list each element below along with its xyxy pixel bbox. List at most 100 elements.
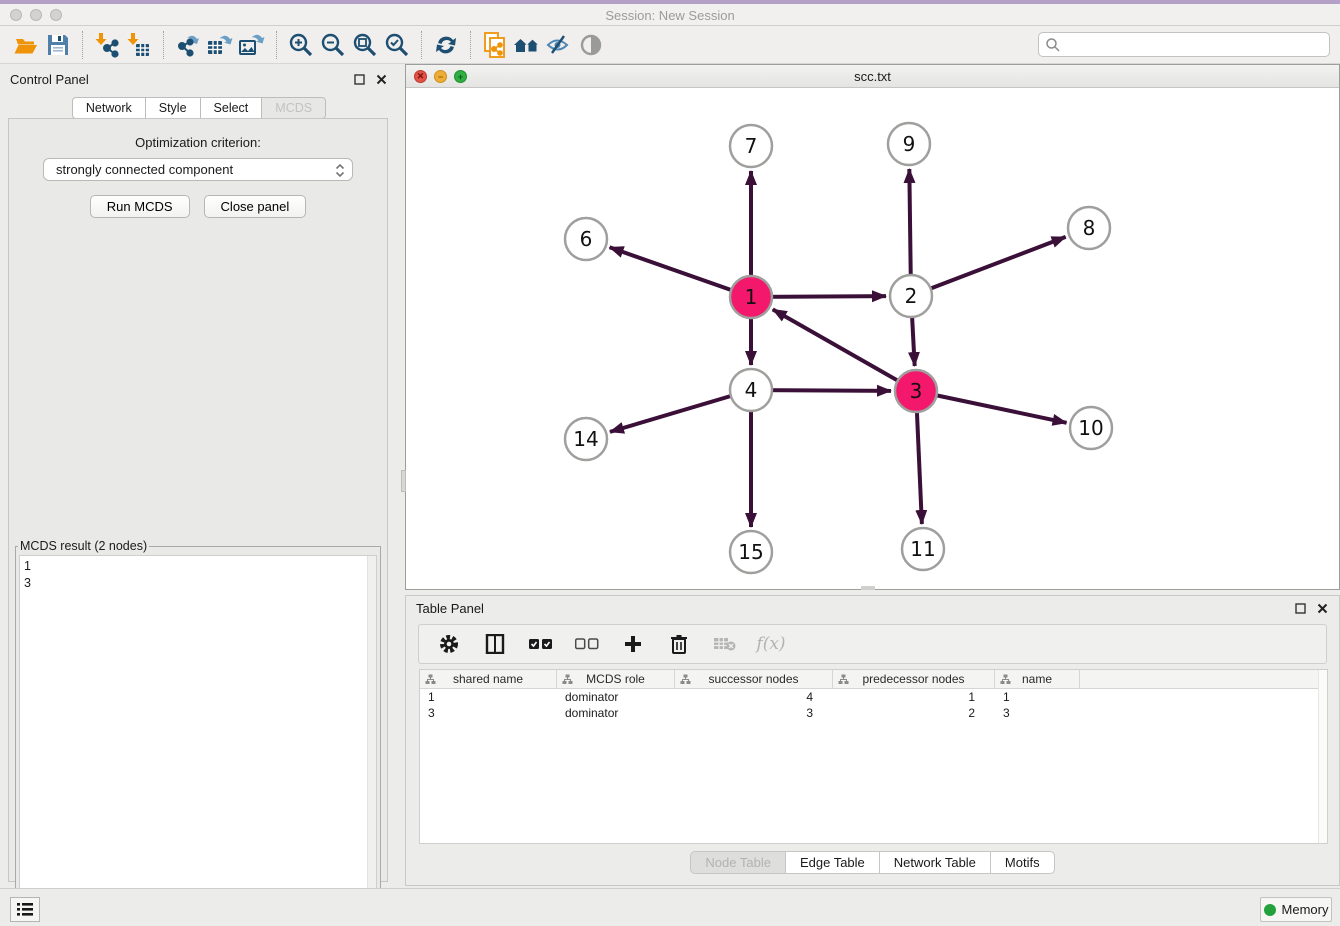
hide-panel-icon[interactable] bbox=[543, 30, 575, 60]
graph-edge-3-10[interactable] bbox=[916, 391, 1067, 423]
graph-node-4[interactable]: 4 bbox=[730, 369, 772, 411]
export-network-icon[interactable] bbox=[172, 30, 204, 60]
graph-node-3[interactable]: 3 bbox=[895, 370, 937, 412]
panel-splitter-grip[interactable] bbox=[401, 470, 406, 492]
search-input[interactable] bbox=[1061, 35, 1329, 55]
toolbar-separator bbox=[276, 31, 277, 59]
export-image-icon[interactable] bbox=[236, 30, 268, 60]
open-session-icon[interactable] bbox=[10, 30, 42, 60]
graph-node-6[interactable]: 6 bbox=[565, 218, 607, 260]
magnifier-fit-icon bbox=[352, 32, 378, 58]
tab-mcds[interactable]: MCDS bbox=[261, 97, 326, 119]
import-table-icon[interactable] bbox=[123, 30, 155, 60]
table-cell[interactable]: dominator bbox=[557, 705, 675, 721]
network-window-titlebar[interactable]: ✕ − + scc.txt bbox=[406, 65, 1339, 88]
function-builder-icon[interactable]: f(x) bbox=[759, 632, 783, 656]
task-history-button[interactable] bbox=[10, 897, 40, 922]
tab-node-table[interactable]: Node Table bbox=[690, 851, 785, 874]
add-column-icon[interactable] bbox=[621, 632, 645, 656]
memory-label: Memory bbox=[1282, 902, 1329, 917]
optimization-criterion-select[interactable]: strongly connected component bbox=[43, 158, 353, 181]
table-panel-tabs: Node TableEdge TableNetwork TableMotifs bbox=[406, 844, 1339, 885]
clone-network-icon[interactable] bbox=[479, 30, 511, 60]
column-header-predecessor-nodes[interactable]: predecessor nodes bbox=[833, 670, 995, 688]
table-cell[interactable]: 1 bbox=[995, 689, 1080, 705]
apply-layout-icon[interactable] bbox=[430, 30, 462, 60]
window-titlebar: Session: New Session bbox=[0, 0, 1340, 26]
graph-node-15[interactable]: 15 bbox=[730, 531, 772, 573]
float-table-panel-icon[interactable] bbox=[1293, 602, 1307, 616]
table-cell[interactable]: 3 bbox=[420, 705, 557, 721]
run-mcds-button[interactable]: Run MCDS bbox=[90, 195, 190, 218]
save-session-icon[interactable] bbox=[42, 30, 74, 60]
table-panel: Table Panel bbox=[405, 595, 1340, 886]
memory-button[interactable]: Memory bbox=[1260, 897, 1332, 922]
zoom-fit-icon[interactable] bbox=[349, 30, 381, 60]
zoom-out-icon[interactable] bbox=[317, 30, 349, 60]
tab-edge-table[interactable]: Edge Table bbox=[785, 851, 879, 874]
table-cell[interactable]: 1 bbox=[420, 689, 557, 705]
close-panel-icon[interactable] bbox=[374, 72, 388, 86]
delete-column-icon[interactable] bbox=[667, 632, 691, 656]
graph-node-1[interactable]: 1 bbox=[730, 276, 772, 318]
result-scrollbar-track[interactable] bbox=[367, 556, 376, 916]
close-panel-button[interactable]: Close panel bbox=[204, 195, 307, 218]
graph-node-label: 8 bbox=[1083, 216, 1096, 240]
network-canvas[interactable]: 7 9 6 8 1 2 4 3 14 10 15 11 bbox=[406, 88, 1339, 589]
tab-motifs[interactable]: Motifs bbox=[990, 851, 1055, 874]
tab-network[interactable]: Network bbox=[72, 97, 145, 119]
graph-edge-3-1[interactable] bbox=[773, 309, 916, 391]
table-scrollbar-track[interactable] bbox=[1318, 670, 1327, 843]
mcds-result-textarea[interactable]: 13 bbox=[19, 555, 377, 917]
network-graph[interactable]: 7 9 6 8 1 2 4 3 14 10 15 11 bbox=[406, 88, 1339, 589]
column-header-name[interactable]: name bbox=[995, 670, 1080, 688]
table-cell[interactable]: 3 bbox=[995, 705, 1080, 721]
table-cell[interactable]: 4 bbox=[675, 689, 833, 705]
graph-node-label: 6 bbox=[580, 227, 593, 251]
graph-node-14[interactable]: 14 bbox=[565, 418, 607, 460]
show-columns-icon[interactable] bbox=[483, 632, 507, 656]
graph-node-8[interactable]: 8 bbox=[1068, 207, 1110, 249]
main-toolbar bbox=[0, 26, 1340, 64]
graph-node-11[interactable]: 11 bbox=[902, 528, 944, 570]
column-header-mcds-role[interactable]: MCDS role bbox=[557, 670, 675, 688]
close-table-panel-icon[interactable] bbox=[1315, 602, 1329, 616]
tab-style[interactable]: Style bbox=[145, 97, 200, 119]
graph-node-7[interactable]: 7 bbox=[730, 125, 772, 167]
table-cell[interactable]: 2 bbox=[833, 705, 995, 721]
table-cell[interactable]: dominator bbox=[557, 689, 675, 705]
graph-node-2[interactable]: 2 bbox=[890, 275, 932, 317]
deselect-all-rows-icon[interactable] bbox=[575, 632, 599, 656]
table-cell[interactable]: 3 bbox=[675, 705, 833, 721]
graph-node-label: 11 bbox=[910, 537, 935, 561]
zoom-in-icon[interactable] bbox=[285, 30, 317, 60]
table-row[interactable]: 3dominator323 bbox=[420, 705, 1327, 721]
graph-node-10[interactable]: 10 bbox=[1070, 407, 1112, 449]
sort-icon bbox=[838, 674, 849, 685]
float-panel-icon[interactable] bbox=[352, 72, 366, 86]
table-settings-gear-icon[interactable] bbox=[437, 632, 461, 656]
delete-table-icon[interactable] bbox=[713, 632, 737, 656]
table-panel-header: Table Panel bbox=[406, 596, 1339, 621]
mcds-result-group: MCDS result (2 nodes) 13 bbox=[15, 539, 381, 921]
table-cell[interactable]: 1 bbox=[833, 689, 995, 705]
import-network-icon[interactable] bbox=[91, 30, 123, 60]
graph-edge-1-6[interactable] bbox=[610, 247, 751, 297]
tab-select[interactable]: Select bbox=[200, 97, 262, 119]
graph-node-label: 10 bbox=[1078, 416, 1103, 440]
control-panel: Control Panel NetworkStyleSelectMCDS Opt… bbox=[0, 64, 398, 886]
show-networks-icon[interactable] bbox=[511, 30, 543, 60]
refresh-icon bbox=[433, 32, 459, 58]
tab-network-table[interactable]: Network Table bbox=[879, 851, 990, 874]
column-header-shared-name[interactable]: shared name bbox=[420, 670, 557, 688]
search-box[interactable] bbox=[1038, 32, 1330, 57]
select-all-rows-icon[interactable] bbox=[529, 632, 553, 656]
column-header-successor-nodes[interactable]: successor nodes bbox=[675, 670, 833, 688]
graph-node-9[interactable]: 9 bbox=[888, 123, 930, 165]
graph-edge-2-8[interactable] bbox=[911, 237, 1066, 296]
show-eye-icon[interactable] bbox=[575, 30, 607, 60]
export-table-icon[interactable] bbox=[204, 30, 236, 60]
zoom-selected-icon[interactable] bbox=[381, 30, 413, 60]
window-resize-grip[interactable] bbox=[861, 586, 875, 590]
table-row[interactable]: 1dominator411 bbox=[420, 689, 1327, 705]
